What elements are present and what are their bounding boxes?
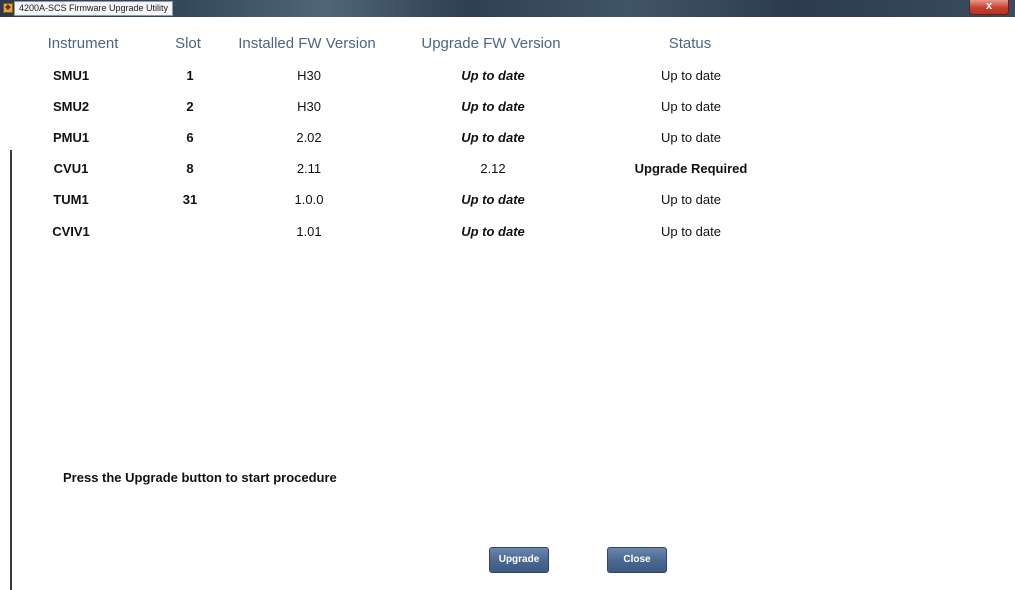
upgrade-fw-version: Up to date [461,224,525,239]
installed-fw-version: H30 [297,99,321,114]
column-header-status: Status [668,35,712,52]
status-text: Up to date [661,130,721,145]
column-header-instrument: Instrument [47,35,119,52]
main-panel: Instrument Slot Installed FW Version Upg… [12,17,1015,590]
column-header-slot: Slot [175,35,201,52]
status-text: Upgrade Required [634,161,748,176]
column-header-upgrade-fw: Upgrade FW Version [421,35,561,52]
status-text: Up to date [661,99,721,114]
installed-fw-version: 2.11 [296,161,322,176]
slot-number: 1 [186,68,194,83]
upgrade-fw-version: Up to date [461,130,525,145]
firmware-upgrade-window: ◆ 4200A-SCS Firmware Upgrade Utility x I… [0,0,1015,590]
upgrade-fw-version: 2.12 [480,161,506,176]
slot-number: 8 [186,161,194,176]
column-header-installed-fw: Installed FW Version [238,35,376,52]
installed-fw-version: 2.02 [296,130,322,145]
status-text: Up to date [661,68,721,83]
installed-fw-version: 1.0.0 [294,192,324,207]
slot-number: 2 [186,99,194,114]
slot-number: 6 [186,130,194,145]
installed-fw-version: 1.01 [296,224,322,239]
instrument-name: CVIV1 [52,224,90,239]
instrument-name: CVU1 [53,161,89,176]
upgrade-fw-version: Up to date [461,68,525,83]
installed-fw-version: H30 [297,68,321,83]
close-button[interactable]: Close [607,547,667,573]
app-icon: ◆ [3,3,13,13]
instrument-name: TUM1 [53,192,89,207]
instruction-text: Press the Upgrade button to start proced… [63,470,337,485]
window-title: 4200A-SCS Firmware Upgrade Utility [14,1,174,16]
close-window-icon[interactable]: x [969,0,1009,15]
upgrade-fw-version: Up to date [461,192,525,207]
instrument-name: PMU1 [52,130,90,145]
slot-number: 31 [182,192,198,207]
status-text: Up to date [661,224,721,239]
upgrade-fw-version: Up to date [461,99,525,114]
upgrade-button[interactable]: Upgrade [489,547,549,573]
instrument-name: SMU2 [52,99,90,114]
title-bar[interactable]: ◆ 4200A-SCS Firmware Upgrade Utility x [0,0,1015,17]
instrument-name: SMU1 [52,68,90,83]
status-text: Up to date [661,192,721,207]
